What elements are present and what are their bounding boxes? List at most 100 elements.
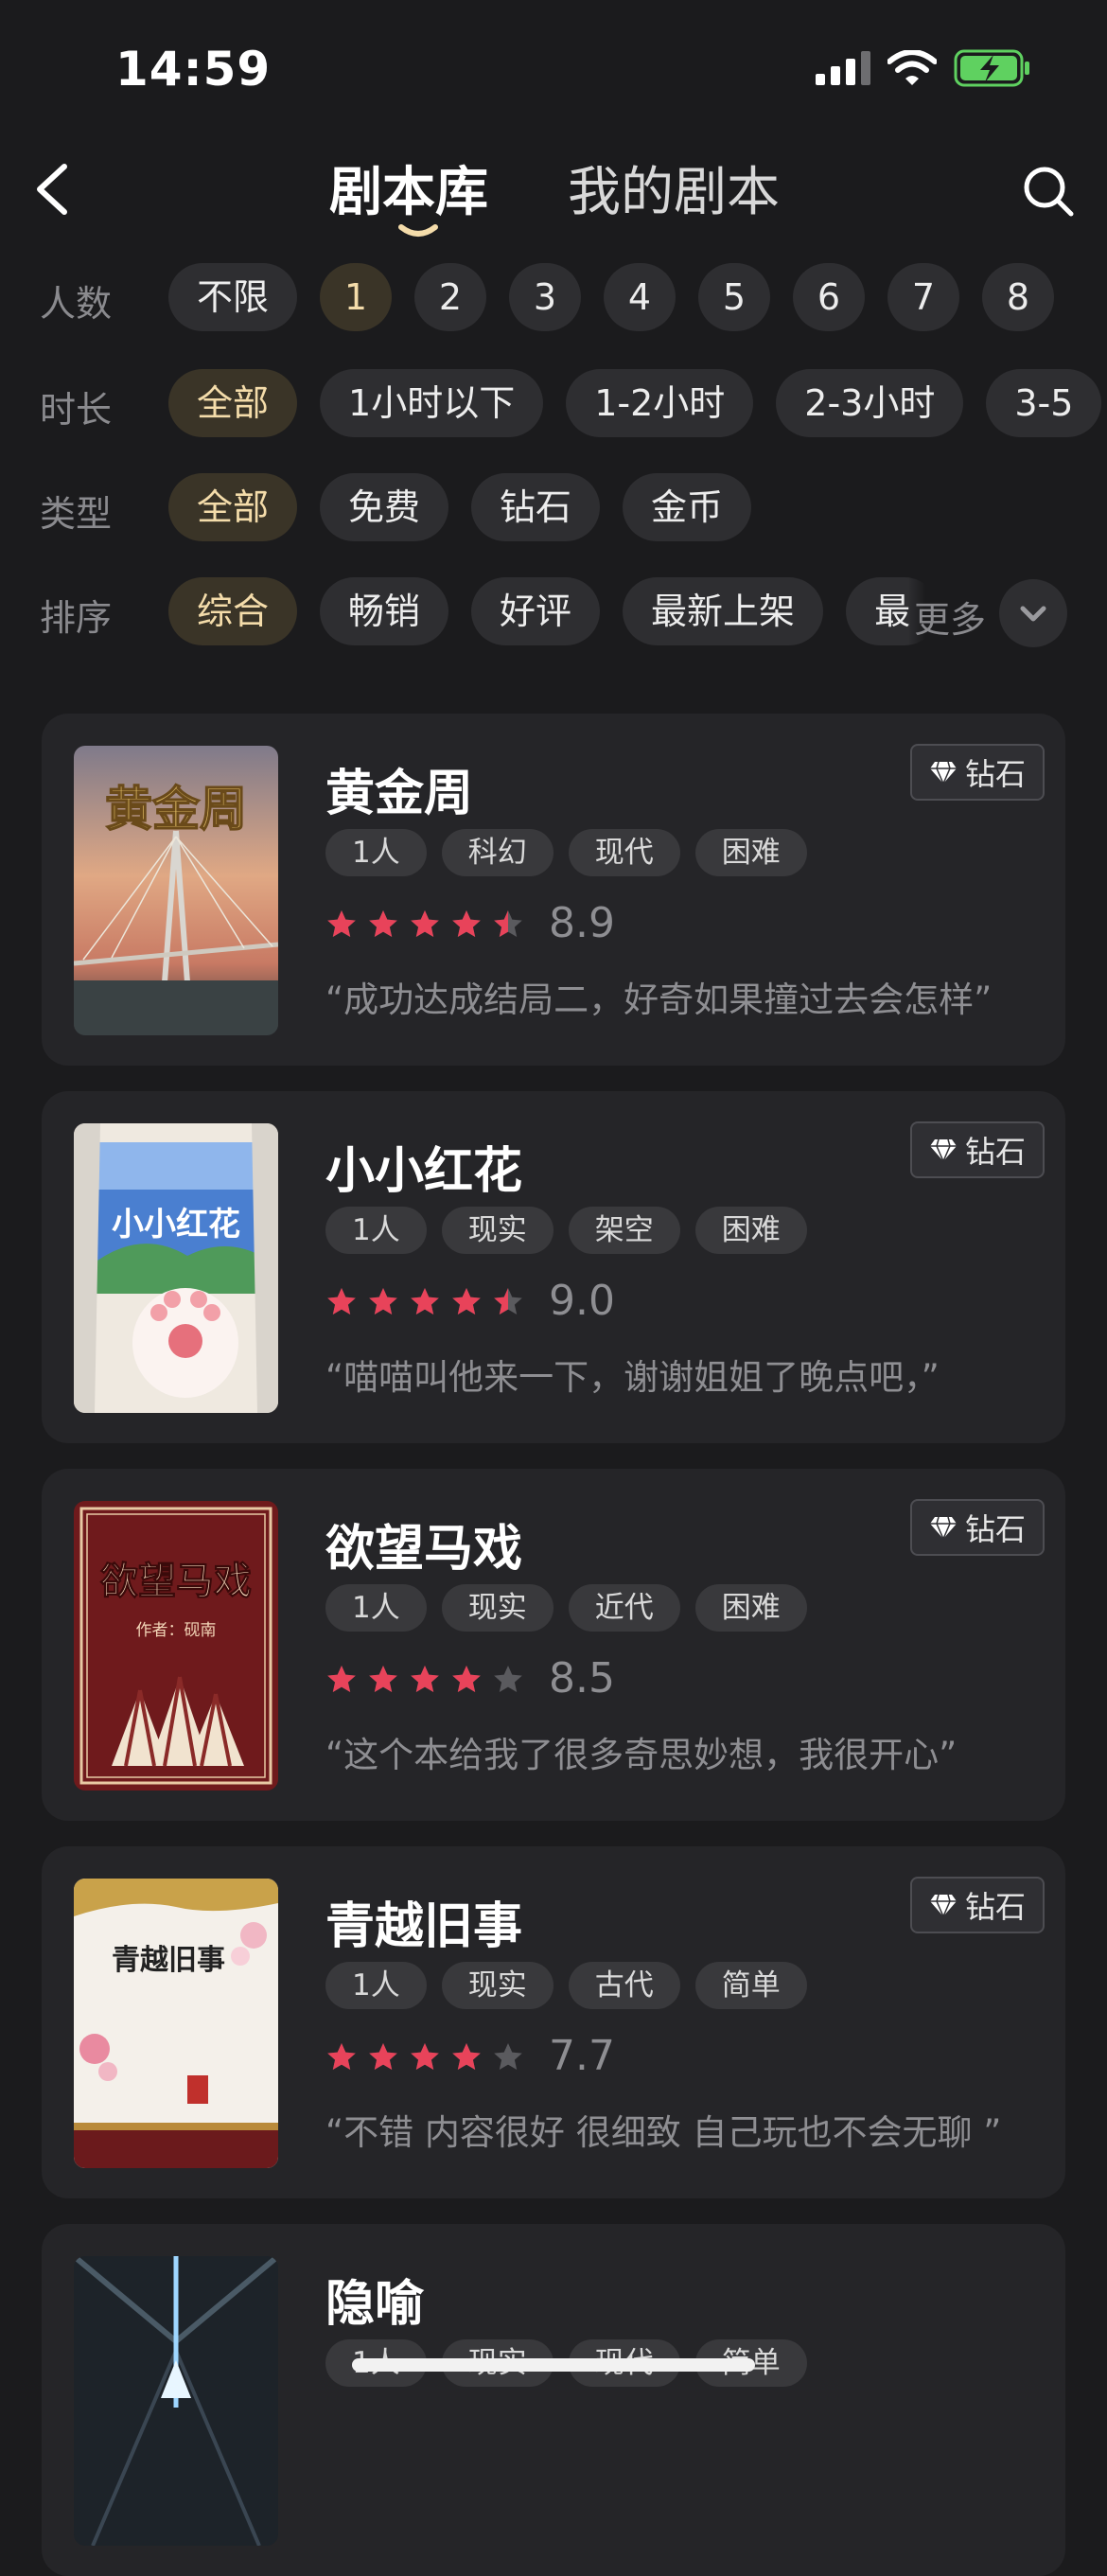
script-cover: 小小红花 bbox=[74, 1123, 278, 1413]
star-icon bbox=[494, 909, 522, 937]
star-icon bbox=[327, 1287, 356, 1314]
tag: 架空 bbox=[568, 1207, 680, 1254]
filter-chip[interactable]: 8 bbox=[982, 263, 1055, 331]
back-icon[interactable] bbox=[30, 159, 76, 220]
script-cover: 黄金周 bbox=[74, 746, 278, 1035]
star-icon bbox=[452, 2042, 481, 2070]
tag: 现代 bbox=[568, 829, 680, 876]
tag: 1人 bbox=[325, 1962, 427, 2009]
filter-chip[interactable]: 钻石 bbox=[471, 473, 601, 541]
badge-label: 钻石 bbox=[964, 1134, 1026, 1170]
tag-list: 1人 现实 架空 困难 bbox=[325, 1207, 807, 1254]
star-icon bbox=[494, 1665, 522, 1692]
cover-title-text: 小小红花 bbox=[112, 1206, 240, 1244]
badge-label: 钻石 bbox=[964, 1511, 1026, 1547]
filter-chip-selected[interactable]: 全部 bbox=[168, 473, 298, 541]
status-bar: 14:59 bbox=[0, 0, 1107, 132]
badge-label: 钻石 bbox=[964, 1889, 1026, 1925]
script-card[interactable]: 欲望马戏 作者：砚南 欲望马戏 钻石 1人 现实 近代 困难 8.5 “这个本给… bbox=[42, 1469, 1065, 1821]
cover-title-text: 欲望马戏 bbox=[99, 1560, 252, 1603]
star-rating bbox=[325, 909, 524, 939]
filter-chip[interactable]: 4 bbox=[604, 263, 676, 331]
filter-chip[interactable]: 1小时以下 bbox=[320, 369, 544, 437]
star-icon bbox=[411, 909, 439, 937]
filter-chip[interactable]: 6 bbox=[793, 263, 866, 331]
script-cover: 青越旧事 bbox=[74, 1879, 278, 2168]
filter-chip[interactable]: 金币 bbox=[623, 473, 752, 541]
tag: 简单 bbox=[694, 1962, 807, 2009]
signal-icon bbox=[816, 51, 870, 85]
filter-chips: 不限 1 2 3 4 5 6 7 8 bbox=[168, 263, 1055, 331]
tab-my-scripts[interactable]: 我的剧本 bbox=[568, 150, 780, 226]
tag-list: 1人 现实 古代 简单 bbox=[325, 1962, 807, 2009]
star-icon bbox=[327, 1665, 356, 1692]
star-icon bbox=[494, 2042, 522, 2070]
tab-script-library[interactable]: 剧本库 bbox=[329, 150, 488, 226]
star-icon bbox=[452, 1665, 481, 1692]
review-quote: “不错 内容很好 很细致 自己玩也不会无聊 ” bbox=[325, 2112, 1002, 2153]
diamond-icon bbox=[929, 1138, 957, 1162]
rating: 7.7 bbox=[325, 2032, 615, 2080]
score: 9.0 bbox=[549, 1277, 615, 1325]
script-title: 欲望马戏 bbox=[325, 1521, 523, 1578]
filter-chip[interactable]: 3-5 bbox=[986, 369, 1102, 437]
search-icon[interactable] bbox=[1020, 163, 1077, 220]
script-card[interactable]: 青越旧事 青越旧事 钻石 1人 现实 古代 简单 7.7 “不错 内容很好 很细… bbox=[42, 1846, 1065, 2198]
status-icons bbox=[816, 49, 1031, 87]
diamond-badge: 钻石 bbox=[909, 1121, 1045, 1178]
filter-chip[interactable]: 2 bbox=[414, 263, 487, 331]
filter-chip[interactable]: 7 bbox=[887, 263, 960, 331]
cover-author-text: 作者：砚南 bbox=[136, 1621, 217, 1640]
tag: 古代 bbox=[568, 1962, 680, 2009]
filter-chip[interactable]: 好评 bbox=[471, 577, 601, 645]
script-card[interactable]: 黄金周 黄金周 钻石 1人 科幻 现代 困难 8.9 “成功达成结局二，好奇如果… bbox=[42, 714, 1065, 1066]
filter-row-players: 人数 不限 1 2 3 4 5 6 7 8 bbox=[0, 263, 1107, 335]
filter-chips: 全部 1小时以下 1-2小时 2-3小时 3-5 bbox=[168, 369, 1102, 437]
filter-chip[interactable]: 1-2小时 bbox=[566, 369, 754, 437]
rating: 8.5 bbox=[325, 1654, 615, 1703]
filter-chip-selected[interactable]: 综合 bbox=[168, 577, 298, 645]
nav-bar: 剧本库 我的剧本 bbox=[0, 132, 1107, 246]
script-card[interactable]: 隐喻 1人 现实 现代 简单 bbox=[42, 2224, 1065, 2576]
tag: 现实 bbox=[441, 1962, 554, 2009]
diamond-badge: 钻石 bbox=[909, 1499, 1045, 1556]
battery-icon bbox=[954, 49, 1029, 87]
home-indicator bbox=[352, 2358, 755, 2372]
diamond-badge: 钻石 bbox=[909, 1877, 1045, 1933]
diamond-icon bbox=[929, 1894, 957, 1917]
more-label[interactable]: 更多 bbox=[914, 591, 986, 643]
expand-more-button[interactable] bbox=[999, 579, 1067, 647]
script-cover bbox=[74, 2256, 278, 2546]
filter-chip[interactable]: 2-3小时 bbox=[776, 369, 964, 437]
filter-chip[interactable]: 不限 bbox=[168, 263, 298, 331]
tag-list: 1人 科幻 现代 困难 bbox=[325, 829, 807, 876]
tag: 困难 bbox=[694, 1584, 807, 1632]
script-cover: 欲望马戏 作者：砚南 bbox=[74, 1501, 278, 1791]
star-icon bbox=[452, 1287, 481, 1314]
tag: 困难 bbox=[694, 829, 807, 876]
filter-chip-selected[interactable]: 1 bbox=[320, 263, 393, 331]
wifi-icon bbox=[887, 50, 937, 85]
star-rating bbox=[325, 1286, 524, 1316]
script-card[interactable]: 小小红花 小小红花 钻石 1人 现实 架空 困难 9.0 “喵喵叫他来一下，谢谢… bbox=[42, 1091, 1065, 1443]
review-quote: “喵喵叫他来一下，谢谢姐姐了晚点吧，” bbox=[325, 1357, 940, 1398]
tag: 1人 bbox=[325, 829, 427, 876]
tag: 1人 bbox=[325, 1584, 427, 1632]
filter-chip[interactable]: 免费 bbox=[320, 473, 449, 541]
filter-row-duration: 时长 全部 1小时以下 1-2小时 2-3小时 3-5 bbox=[0, 369, 1107, 441]
filter-row-sort: 排序 综合 畅销 好评 最新上架 最 更多 bbox=[0, 577, 1107, 649]
tag: 现实 bbox=[441, 1207, 554, 1254]
filter-chip[interactable]: 畅销 bbox=[320, 577, 449, 645]
filter-chip[interactable]: 最新上架 bbox=[623, 577, 824, 645]
filter-chips: 综合 畅销 好评 最新上架 最 bbox=[168, 577, 940, 645]
cover-title-text: 青越旧事 bbox=[112, 1944, 225, 1977]
filter-chip[interactable]: 3 bbox=[509, 263, 582, 331]
filter-chip-selected[interactable]: 全部 bbox=[168, 369, 298, 437]
star-icon bbox=[369, 2042, 397, 2070]
filter-label: 时长 bbox=[40, 389, 113, 431]
filter-chip[interactable]: 5 bbox=[698, 263, 771, 331]
tag: 近代 bbox=[568, 1584, 680, 1632]
tag: 困难 bbox=[694, 1207, 807, 1254]
star-icon bbox=[369, 909, 397, 937]
star-icon bbox=[411, 1665, 439, 1692]
